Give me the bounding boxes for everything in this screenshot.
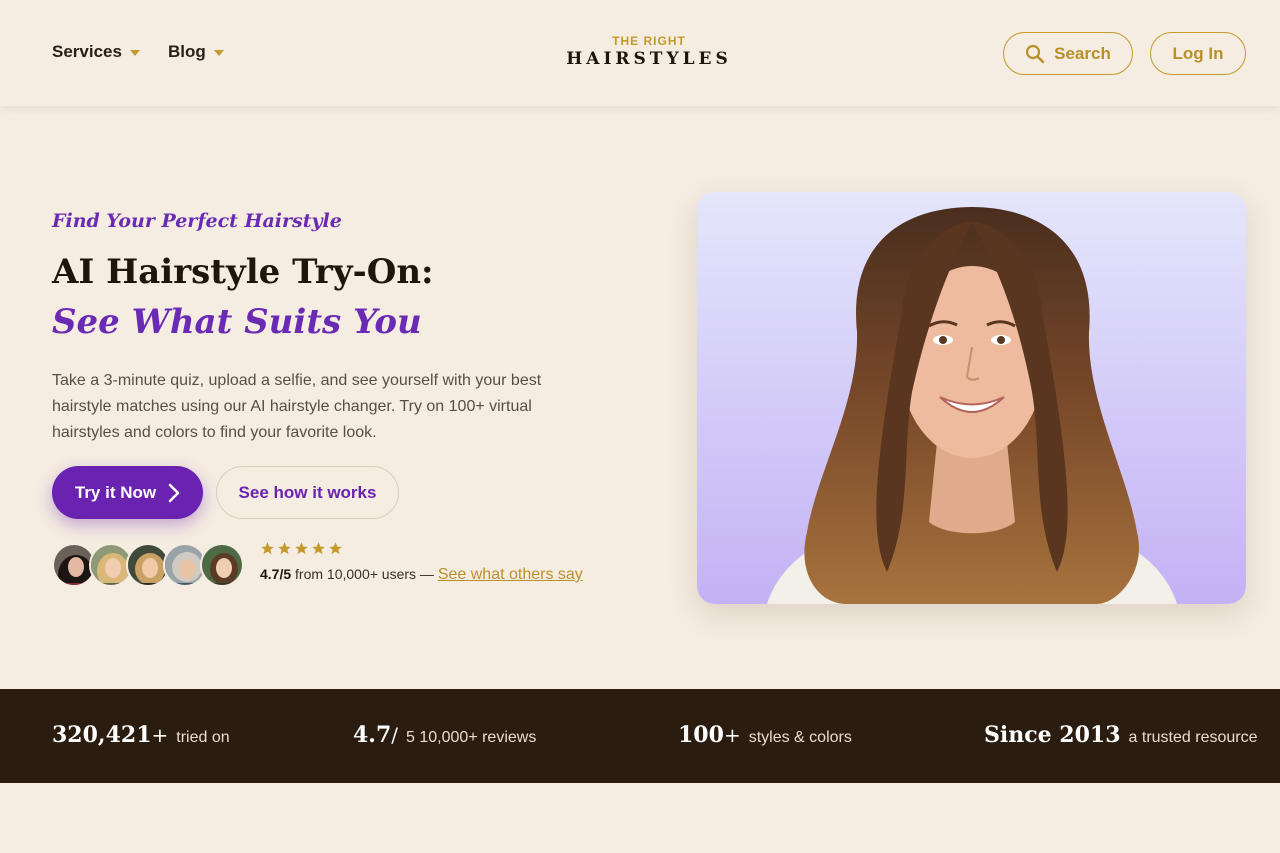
hero-title-accent: See What Suits You: [52, 302, 422, 342]
stat-suffix: /: [391, 723, 399, 747]
see-how-it-works-label: See how it works: [238, 482, 377, 502]
rating-text: from 10,000+ users —: [291, 566, 438, 582]
star-icon: [278, 542, 291, 555]
stat-value: 100: [678, 722, 724, 748]
stat-value: 320,421: [52, 722, 152, 748]
nav-services-label: Services: [52, 42, 122, 61]
search-button[interactable]: Search: [1003, 32, 1133, 75]
caret-down-icon: [129, 50, 140, 56]
stat-styles: 100+ styles & colors: [678, 722, 852, 748]
login-button-label: Log In: [1172, 43, 1224, 63]
rating-summary: 4.7/5 from 10,000+ users — See what othe…: [260, 566, 583, 584]
site-header: Services Blog THE RIGHT HAIRSTYLES Searc…: [0, 0, 1280, 106]
star-icon: [261, 542, 274, 555]
stat-value: 4.7: [353, 722, 392, 748]
reviews-link[interactable]: See what others say: [438, 566, 583, 583]
chevron-right-icon: [168, 483, 180, 502]
stat-suffix: +: [723, 723, 741, 747]
search-icon: [1026, 44, 1045, 63]
stat-label: tried on: [176, 729, 230, 746]
caret-down-icon: [213, 50, 224, 56]
try-it-now-label: Try it Now: [74, 482, 157, 502]
login-button[interactable]: Log In: [1150, 32, 1246, 75]
rating-score: 4.7/5: [260, 566, 292, 582]
search-button-label: Search: [1054, 43, 1111, 63]
logo-top-text: THE RIGHT: [612, 34, 686, 48]
avatar: [200, 543, 244, 587]
logo-main-text: HAIRSTYLES: [566, 49, 732, 69]
user-avatars: [52, 543, 244, 589]
hero-title: AI Hairstyle Try-On:: [52, 252, 434, 292]
stat-suffix: +: [151, 723, 169, 747]
see-how-it-works-button[interactable]: See how it works: [216, 466, 399, 519]
hero-image: [697, 192, 1246, 604]
stat-reviews: 4.7/ 5 10,000+ reviews: [353, 722, 536, 748]
star-icon: [329, 542, 342, 555]
star-icon: [312, 542, 325, 555]
stat-label: styles & colors: [748, 729, 852, 746]
nav-blog[interactable]: Blog: [168, 42, 224, 62]
rating-stars: [260, 541, 343, 556]
nav-blog-label: Blog: [168, 42, 206, 61]
stat-label: 5 10,000+ reviews: [406, 729, 537, 746]
stat-since: Since 2013 a trusted resource: [984, 722, 1257, 748]
hero-eyebrow: Find Your Perfect Hairstyle: [52, 210, 342, 232]
site-logo[interactable]: THE RIGHT HAIRSTYLES: [560, 34, 738, 70]
try-it-now-button[interactable]: Try it Now: [52, 466, 203, 519]
stat-value: Since 2013: [984, 722, 1121, 748]
star-icon: [295, 542, 308, 555]
hero-description: Take a 3-minute quiz, upload a selfie, a…: [52, 372, 542, 441]
stat-label: a trusted resource: [1128, 729, 1258, 746]
nav-services[interactable]: Services: [52, 42, 140, 62]
stat-tried-on: 320,421+ tried on: [52, 722, 230, 748]
